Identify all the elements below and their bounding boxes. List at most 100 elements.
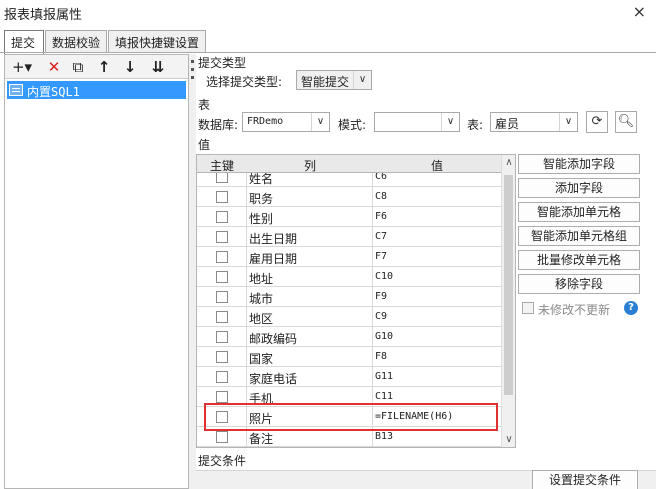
value-cell[interactable]: C10 — [373, 267, 501, 287]
smart-add-field-button[interactable]: 智能添加字段 — [518, 154, 640, 174]
column-cell[interactable]: 照片 — [247, 407, 373, 427]
column-name: 地址 — [249, 272, 274, 286]
table-row[interactable]: 姓名 C6 — [197, 173, 501, 187]
primary-key-cell — [197, 287, 247, 307]
table-row[interactable]: 手机 C11 — [197, 387, 501, 407]
value-cell[interactable]: F9 — [373, 287, 501, 307]
table-row[interactable]: 邮政编码 G10 — [197, 327, 501, 347]
column-value: C11 — [375, 391, 394, 402]
grip-dot-icon — [191, 60, 194, 63]
value-cell[interactable]: =FILENAME(H6) — [373, 407, 501, 427]
primary-key-checkbox[interactable] — [216, 311, 228, 323]
value-cell[interactable]: C9 — [373, 307, 501, 327]
column-cell[interactable]: 职务 — [247, 187, 373, 207]
delete-icon[interactable]: ✕ — [43, 57, 65, 77]
primary-key-checkbox[interactable] — [216, 251, 228, 263]
add-icon[interactable]: +▾ — [9, 57, 35, 77]
column-cell[interactable]: 家庭电话 — [247, 367, 373, 387]
value-cell[interactable]: G10 — [373, 327, 501, 347]
primary-key-checkbox[interactable] — [216, 231, 228, 243]
scroll-thumb[interactable] — [504, 175, 513, 395]
preview-table-icon[interactable]: 🔍︎ — [615, 111, 637, 133]
column-name: 姓名 — [249, 173, 274, 186]
tree-item-builtin-sql1[interactable]: 内置SQL1 — [7, 81, 186, 99]
value-cell[interactable]: F7 — [373, 247, 501, 267]
primary-key-checkbox[interactable] — [216, 431, 228, 443]
tab-data-validation[interactable]: 数据校验 — [45, 30, 107, 53]
refresh-icon[interactable]: ⟳ — [586, 111, 608, 133]
table-body: 姓名 C6 职务 C8 性别 F6 出生日期 C7 雇用日期 F7 地址 C10 城市 F9 地区 C9 邮政编… — [197, 173, 501, 447]
header-key: 主键 — [209, 159, 234, 173]
mode-select[interactable]: ∨ — [374, 112, 460, 132]
set-submit-condition-button[interactable]: 设置提交条件 — [532, 470, 638, 489]
column-cell[interactable]: 城市 — [247, 287, 373, 307]
primary-key-checkbox[interactable] — [216, 291, 228, 303]
column-cell[interactable]: 姓名 — [247, 173, 373, 187]
header-value: 值 — [430, 159, 443, 173]
value-cell[interactable]: C11 — [373, 387, 501, 407]
column-cell[interactable]: 地址 — [247, 267, 373, 287]
table-row[interactable]: 地址 C10 — [197, 267, 501, 287]
column-name: 照片 — [249, 412, 274, 426]
value-cell[interactable]: F6 — [373, 207, 501, 227]
value-cell[interactable]: G11 — [373, 367, 501, 387]
table-select[interactable]: 雇员 ∨ — [490, 112, 578, 132]
table-row[interactable]: 城市 F9 — [197, 287, 501, 307]
primary-key-checkbox[interactable] — [216, 411, 228, 423]
table-row[interactable]: 职务 C8 — [197, 187, 501, 207]
table-row[interactable]: 地区 C9 — [197, 307, 501, 327]
primary-key-checkbox[interactable] — [216, 331, 228, 343]
primary-key-cell — [197, 267, 247, 287]
table-row[interactable]: 雇用日期 F7 — [197, 247, 501, 267]
table-row[interactable]: 国家 F8 — [197, 347, 501, 367]
copy-icon[interactable]: ⧉ — [67, 57, 89, 77]
primary-key-cell — [197, 307, 247, 327]
primary-key-checkbox[interactable] — [216, 391, 228, 403]
scroll-down-icon[interactable]: ∨ — [502, 434, 515, 445]
primary-key-checkbox[interactable] — [216, 173, 228, 183]
table-scrollbar[interactable]: ∧ ∨ — [501, 155, 515, 447]
value-cell[interactable]: C6 — [373, 173, 501, 187]
table-row[interactable]: 家庭电话 G11 — [197, 367, 501, 387]
column-cell[interactable]: 地区 — [247, 307, 373, 327]
pane-splitter[interactable] — [189, 54, 196, 489]
value-cell[interactable]: C7 — [373, 227, 501, 247]
column-cell[interactable]: 备注 — [247, 427, 373, 447]
move-bottom-icon[interactable]: ⇊ — [147, 57, 169, 77]
table-row[interactable]: 性别 F6 — [197, 207, 501, 227]
scroll-up-icon[interactable]: ∧ — [502, 157, 515, 168]
submit-type-select[interactable]: 智能提交 ∨ — [296, 70, 372, 90]
help-icon[interactable]: ? — [624, 301, 638, 315]
table-row[interactable]: 备注 B13 — [197, 427, 501, 447]
table-row[interactable]: 出生日期 C7 — [197, 227, 501, 247]
remove-field-button[interactable]: 移除字段 — [518, 274, 640, 294]
column-cell[interactable]: 手机 — [247, 387, 373, 407]
smart-add-cell-group-button[interactable]: 智能添加单元格组 — [518, 226, 640, 246]
add-field-button[interactable]: 添加字段 — [518, 178, 640, 198]
value-cell[interactable]: C8 — [373, 187, 501, 207]
no-update-checkbox[interactable] — [522, 302, 534, 314]
smart-add-cell-button[interactable]: 智能添加单元格 — [518, 202, 640, 222]
column-cell[interactable]: 出生日期 — [247, 227, 373, 247]
close-icon[interactable]: × — [633, 2, 646, 21]
batch-modify-cell-button[interactable]: 批量修改单元格 — [518, 250, 640, 270]
move-down-icon[interactable]: ↓ — [119, 57, 141, 77]
column-cell[interactable]: 性别 — [247, 207, 373, 227]
primary-key-checkbox[interactable] — [216, 191, 228, 203]
primary-key-checkbox[interactable] — [216, 211, 228, 223]
tab-submit[interactable]: 提交 — [4, 30, 44, 54]
primary-key-checkbox[interactable] — [216, 371, 228, 383]
primary-key-checkbox[interactable] — [216, 351, 228, 363]
column-cell[interactable]: 国家 — [247, 347, 373, 367]
column-cell[interactable]: 雇用日期 — [247, 247, 373, 267]
database-select[interactable]: FRDemo ∨ — [242, 112, 330, 132]
tab-shortcut-settings[interactable]: 填报快捷键设置 — [108, 30, 206, 53]
value-cell[interactable]: B13 — [373, 427, 501, 447]
primary-key-cell — [197, 207, 247, 227]
value-cell[interactable]: F8 — [373, 347, 501, 367]
window-title: 报表填报属性 — [4, 8, 83, 23]
column-cell[interactable]: 邮政编码 — [247, 327, 373, 347]
primary-key-checkbox[interactable] — [216, 271, 228, 283]
move-up-icon[interactable]: ↑ — [93, 57, 115, 77]
table-row[interactable]: 照片 =FILENAME(H6) — [197, 407, 501, 427]
